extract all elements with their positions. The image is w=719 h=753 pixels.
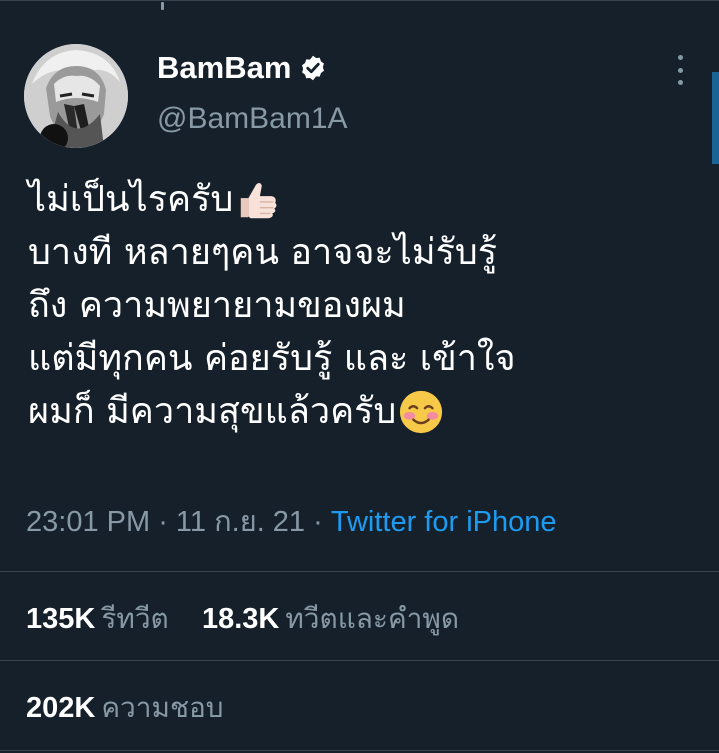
tweet-line: ผมก็ มีความสุขแล้วครับ	[28, 385, 708, 438]
retweets-stat[interactable]: 135K รีทวีต	[26, 598, 169, 639]
tweet-line: บางที หลายๆคน อาจจะไม่รับรู้	[28, 226, 708, 279]
author-name-row[interactable]: BamBam	[157, 50, 327, 86]
tweet-line-text: ถึง ความพยายามของผม	[28, 285, 406, 326]
tweet-text: ไม่เป็นไรครับ บางที หลายๆคน อาจจะไม่รับร…	[28, 173, 708, 438]
top-divider	[0, 0, 719, 1]
likes-label: ความชอบ	[101, 691, 224, 724]
quote-tweets-count: 18.3K	[201, 603, 280, 635]
engagement-stats-row: 135K รีทวีต 18.3K ทวีตและคำพูด	[26, 598, 459, 639]
tweet-meta: 23:01 PM · 11 ก.ย. 21 · Twitter for iPho…	[26, 502, 557, 542]
retweets-label: รีทวีต	[101, 602, 169, 635]
verified-badge-icon	[302, 55, 325, 81]
meta-separator: ·	[150, 506, 176, 538]
tweet-time[interactable]: 23:01 PM	[26, 506, 150, 538]
tweet-line: ถึง ความพยายามของผม	[28, 279, 708, 332]
quote-tweets-label: ทวีตและคำพูด	[285, 602, 460, 635]
tweet-line-text: ผมก็ มีความสุขแล้วครับ	[28, 391, 397, 432]
more-dot	[677, 80, 683, 85]
more-dot	[677, 55, 683, 60]
tweet-source-link[interactable]: Twitter for iPhone	[331, 506, 557, 538]
divider	[0, 660, 719, 661]
meta-separator: ·	[305, 506, 331, 538]
smiling-blush-emoji-icon	[400, 390, 443, 433]
tweet-line-text: แต่มีทุกคน ค่อยรับรู้ และ เข้าใจ	[28, 338, 516, 379]
tweet-line-text: ไม่เป็นไรครับ	[28, 179, 234, 220]
divider	[0, 750, 719, 751]
thumbs-up-emoji-icon	[241, 182, 277, 218]
tweet-line: ไม่เป็นไรครับ	[28, 173, 708, 226]
author-handle[interactable]: @BamBam1A	[157, 101, 348, 137]
likes-stat[interactable]: 202K ความชอบ	[26, 687, 224, 728]
more-options-icon[interactable]	[672, 55, 688, 85]
divider	[0, 571, 719, 572]
tweet-date[interactable]: 11 ก.ย. 21	[176, 506, 305, 538]
author-name[interactable]: BamBam	[157, 50, 291, 86]
avatar[interactable]	[24, 44, 128, 148]
avatar-photo	[24, 44, 128, 148]
top-mark	[161, 2, 164, 10]
tweet-line: แต่มีทุกคน ค่อยรับรู้ และ เข้าใจ	[28, 332, 708, 385]
scrollbar[interactable]	[712, 72, 719, 164]
retweets-count: 135K	[26, 603, 96, 635]
more-dot	[677, 67, 683, 73]
tweet-line-text: บางที หลายๆคน อาจจะไม่รับรู้	[28, 232, 498, 273]
likes-count: 202K	[26, 692, 96, 724]
quote-tweets-stat[interactable]: 18.3K ทวีตและคำพูด	[202, 598, 459, 639]
